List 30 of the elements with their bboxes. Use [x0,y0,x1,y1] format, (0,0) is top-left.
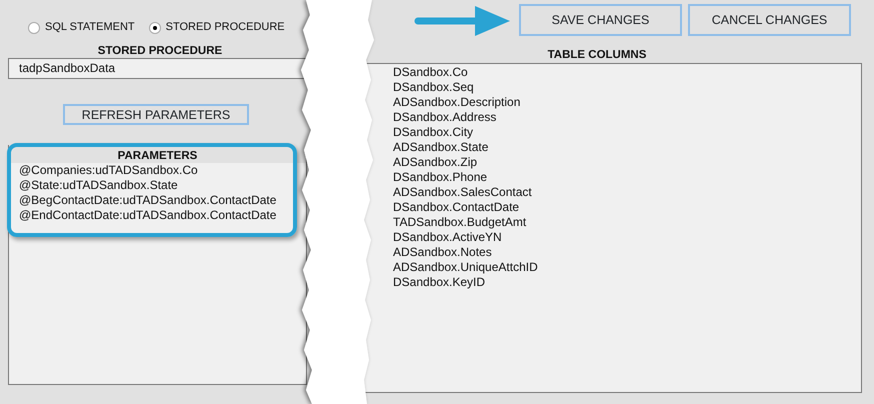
column-item[interactable]: DSandbox.Phone [393,170,488,185]
column-item[interactable]: DSandbox.ActiveYN [393,230,502,245]
column-item[interactable]: DSandbox.Co [393,65,468,80]
column-item[interactable]: DSandbox.City [393,125,474,140]
column-item[interactable]: ADSandbox.Notes [393,245,492,260]
column-item[interactable]: ADSandbox.Description [393,95,520,110]
column-item[interactable]: ADSandbox.State [393,140,488,155]
field-heading: STORED PROCEDURE [96,44,224,58]
column-item[interactable]: DSandbox.KeyID [393,275,486,290]
parameter-item[interactable]: @Companies:udTADSandbox.Co [19,163,198,178]
column-item[interactable]: TADSandbox.BudgetAmt [393,215,526,230]
column-item[interactable]: DSandbox.Address [393,110,496,125]
parameter-item[interactable]: @State:udTADSandbox.State [19,178,178,193]
column-item[interactable]: DSandbox.ContactDate [393,200,520,215]
column-item[interactable]: ADSandbox.Zip [393,155,478,170]
stored-procedure-field[interactable]: tadpSandboxData [8,58,307,79]
radio-option[interactable]: SQL STATEMENT [28,11,135,44]
parameter-item[interactable]: @BegContactDate:udTADSandbox.ContactDate [19,193,276,208]
save-button[interactable]: SAVE CHANGES [519,4,682,36]
parameter-item[interactable]: @EndContactDate:udTADSandbox.ContactDate [19,208,276,223]
radio-option[interactable]: STORED PROCEDURE [148,11,285,44]
refresh-parameters-button[interactable]: REFRESH PARAMETERS [63,104,249,125]
column-item[interactable]: ADSandbox.SalesContact [393,185,532,200]
radio-button[interactable] [148,22,161,34]
column-item[interactable]: DSandbox.Seq [393,80,474,95]
arrow-icon [413,5,511,37]
cancel-button[interactable]: CANCEL CHANGES [688,4,851,36]
column-item[interactable]: ADSandbox.UniqueAttchID [393,260,538,275]
radio-button[interactable] [28,22,40,34]
list-heading: TABLE COLUMNS [546,48,648,62]
